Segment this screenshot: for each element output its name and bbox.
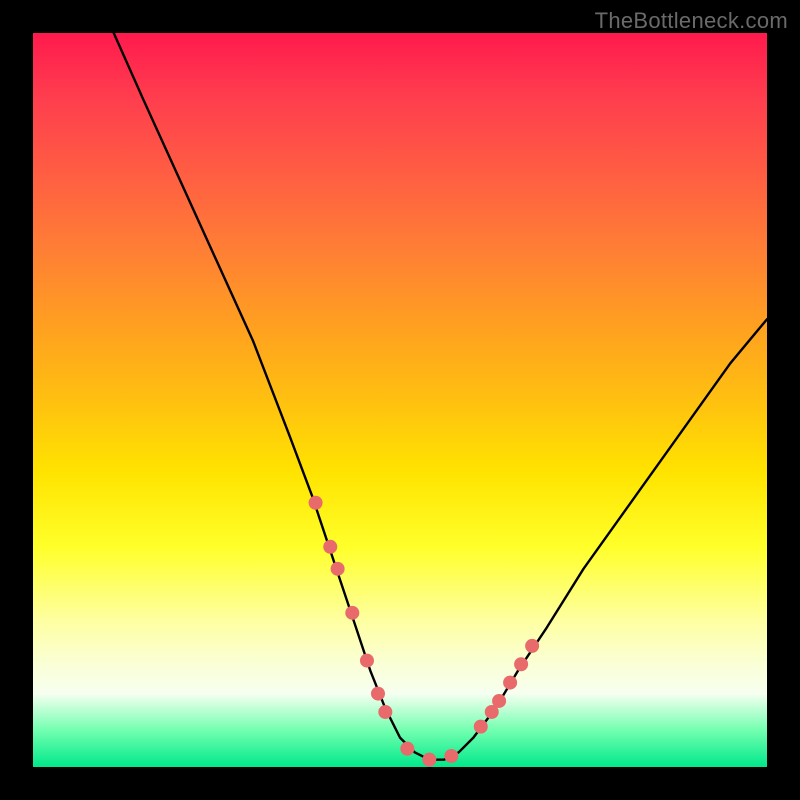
marker-dot [345, 606, 359, 620]
marker-dot [400, 742, 414, 756]
marker-dot [309, 496, 323, 510]
chart-svg [33, 33, 767, 767]
marker-dot [474, 720, 488, 734]
plot-area [33, 33, 767, 767]
marker-dot [371, 687, 385, 701]
marker-group [309, 496, 540, 767]
marker-dot [514, 657, 528, 671]
marker-dot [323, 540, 337, 554]
marker-dot [331, 562, 345, 576]
marker-dot [422, 753, 436, 767]
watermark-text: TheBottleneck.com [595, 8, 788, 34]
bottleneck-curve [114, 33, 767, 760]
marker-dot [503, 676, 517, 690]
marker-dot [492, 694, 506, 708]
chart-frame: TheBottleneck.com [0, 0, 800, 800]
marker-dot [444, 749, 458, 763]
marker-dot [360, 654, 374, 668]
marker-dot [378, 705, 392, 719]
marker-dot [525, 639, 539, 653]
